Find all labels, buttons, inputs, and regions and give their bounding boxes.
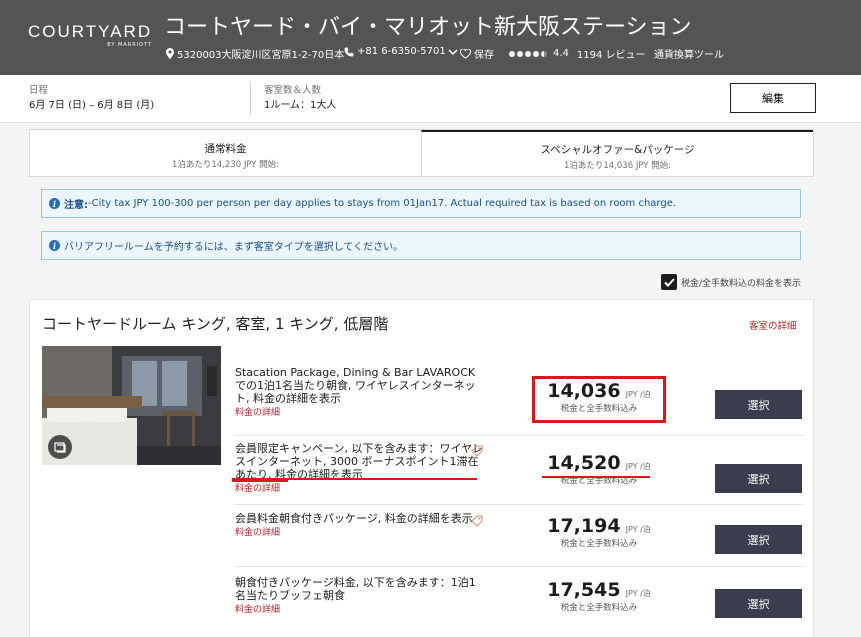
price-note: 税金と全手数料込み	[560, 539, 638, 549]
rate-details-link[interactable]: 料金の詳細	[235, 484, 280, 494]
rate-description: 会員限定キャンペーン, 以下を含みます：ワイヤレスインターネット, 3000 ボ…	[235, 442, 485, 496]
tax-notice: i 注意: -City tax JPY 100-300 per person p…	[41, 189, 801, 218]
chevron-down-icon	[448, 48, 458, 55]
stay-divider	[250, 83, 251, 115]
room-title: コートヤードルーム キング, 客室, 1 キング, 低層階	[42, 315, 389, 333]
rate-text: Stacation Package, Dining & Bar LAVAROCK…	[235, 366, 476, 405]
stay-summary: 日程 6月 7日 (日) – 6月 8日 (月) 客室数＆人数 1ルーム：1大人…	[0, 75, 861, 123]
rate-description: Stacation Package, Dining & Bar LAVAROCK…	[235, 366, 485, 420]
currency-converter-label: 通貨換算ツール	[654, 50, 724, 61]
room-card: コートヤードルーム キング, 客室, 1 キング, 低層階 客室の詳細 Stac…	[29, 299, 814, 637]
rating-dots	[509, 50, 547, 57]
heart-icon	[460, 48, 471, 59]
price-unit: JPY /泊	[625, 589, 651, 598]
highlight-box	[532, 376, 666, 423]
tax-toggle[interactable]: 税金/全手数料込の料金を表示	[661, 274, 801, 290]
logo-subtext: BY MARRIOTT	[107, 42, 153, 48]
price-note: 税金と全手数料込み	[560, 603, 638, 613]
tab-special-offers[interactable]: スペシャルオファー&パッケージ 1泊あたり14,036 JPY 開始:	[421, 130, 813, 176]
underline-mark	[232, 480, 288, 482]
phone-text: +81 6-6350-5701	[357, 46, 446, 57]
review-count: 1194 レビュー	[576, 50, 646, 61]
hotel-header: COURTYARD BY MARRIOTT コートヤード・バイ・マリオット新大阪…	[0, 0, 861, 75]
price-block: 17,545 JPY /泊 税金と全手数料込み	[531, 579, 667, 613]
checkbox[interactable]	[661, 274, 677, 290]
logo-text: COURTYARD	[28, 22, 153, 41]
rate-divider	[235, 435, 803, 436]
select-button[interactable]: 選択	[715, 525, 802, 554]
phone-icon	[344, 47, 354, 56]
rating-value: 4.4	[553, 48, 569, 59]
tab-subtitle: 1泊あたり14,230 JPY 開始:	[171, 160, 280, 170]
notice-text: -City tax JPY 100-300 per person per day…	[88, 198, 677, 209]
rate-divider	[235, 504, 803, 505]
rate-tabs: 通常料金 1泊あたり14,230 JPY 開始: スペシャルオファー&パッケージ…	[29, 129, 814, 177]
currency-converter-link[interactable]: 通貨換算ツール	[654, 46, 724, 61]
tab-title: スペシャルオファー&パッケージ	[540, 144, 695, 156]
rate-description: 会員料金朝食付きパッケージ, 料金の詳細を表示 料金の詳細	[235, 512, 485, 540]
rate-details-link[interactable]: 料金の詳細	[235, 605, 280, 615]
price-unit: JPY /泊	[625, 462, 651, 471]
rating-reviews[interactable]: 4.4 1194 レビュー	[509, 46, 646, 61]
barrier-free-notice: i バリアフリールームを予約するには、まず客室タイプを選択してください。	[41, 231, 801, 260]
rate-text: 会員限定キャンペーン, 以下を含みます：ワイヤレスインターネット, 3000 ボ…	[235, 442, 484, 481]
save-button[interactable]: 保存	[460, 46, 494, 61]
select-button[interactable]: 選択	[715, 464, 802, 493]
hotel-name: コートヤード・バイ・マリオット新大阪ステーション	[164, 15, 692, 40]
checkmark-icon	[663, 277, 675, 287]
rate-text: 朝食付きパッケージ料金, 以下を含みます：1泊1名当たりブッフェ朝食	[235, 576, 476, 602]
price-block: 14,520 JPY /泊 税金と全手数料込み	[531, 452, 667, 486]
brand-logo[interactable]: COURTYARD BY MARRIOTT	[28, 22, 152, 48]
room-details-link[interactable]: 客室の詳細	[749, 318, 797, 332]
underline-mark	[542, 476, 650, 478]
info-icon: i	[49, 240, 60, 251]
rating-dot	[525, 50, 531, 57]
select-button[interactable]: 選択	[715, 589, 802, 618]
price-value: 17,194	[547, 515, 621, 537]
guests-label: 客室数＆人数	[264, 85, 322, 96]
hotel-address[interactable]: 5320003大阪淀川区宮原1-2-70日本	[166, 46, 344, 61]
rate-divider	[235, 566, 803, 567]
tab-subtitle: 1泊あたり14,036 JPY 開始:	[563, 161, 672, 171]
tab-standard-rates[interactable]: 通常料金 1泊あたり14,230 JPY 開始:	[30, 130, 421, 176]
price-unit: JPY /泊	[625, 525, 651, 534]
price-value: 14,520	[547, 452, 621, 474]
gallery-icon[interactable]	[48, 435, 72, 459]
rate-details-link[interactable]: 料金の詳細	[235, 408, 280, 418]
rating-dot	[517, 50, 523, 57]
location-pin-icon	[166, 48, 174, 59]
notice-label: 注意:	[64, 200, 88, 211]
room-photo[interactable]	[42, 346, 221, 465]
rate-description: 朝食付きパッケージ料金, 以下を含みます：1泊1名当たりブッフェ朝食 料金の詳細	[235, 576, 485, 617]
guests-value: 1ルーム：1大人	[264, 100, 337, 111]
tag-icon	[471, 445, 483, 457]
rating-dot	[533, 50, 539, 57]
rate-details-link[interactable]: 料金の詳細	[235, 528, 280, 538]
dates-label: 日程	[29, 85, 49, 96]
dates-value: 6月 7日 (日) – 6月 8日 (月)	[29, 100, 155, 111]
price-block: 17,194 JPY /泊 税金と全手数料込み	[531, 515, 667, 549]
hotel-phone[interactable]: +81 6-6350-5701	[344, 46, 461, 57]
image-icon	[54, 442, 66, 453]
address-text: 5320003大阪淀川区宮原1-2-70日本	[177, 50, 345, 61]
edit-button[interactable]: 編集	[730, 83, 816, 113]
rate-text: 会員料金朝食付きパッケージ, 料金の詳細を表示	[235, 512, 473, 525]
select-button[interactable]: 選択	[715, 390, 802, 419]
tag-icon	[471, 515, 483, 527]
tab-title: 通常料金	[204, 143, 247, 155]
tax-toggle-label: 税金/全手数料込の料金を表示	[681, 278, 802, 289]
rating-dot	[541, 50, 547, 57]
notice-text: バリアフリールームを予約するには、まず客室タイプを選択してください。	[64, 242, 404, 253]
save-label: 保存	[474, 50, 494, 61]
price-value: 17,545	[547, 579, 621, 601]
rating-dot	[509, 50, 515, 57]
info-icon: i	[49, 198, 60, 209]
